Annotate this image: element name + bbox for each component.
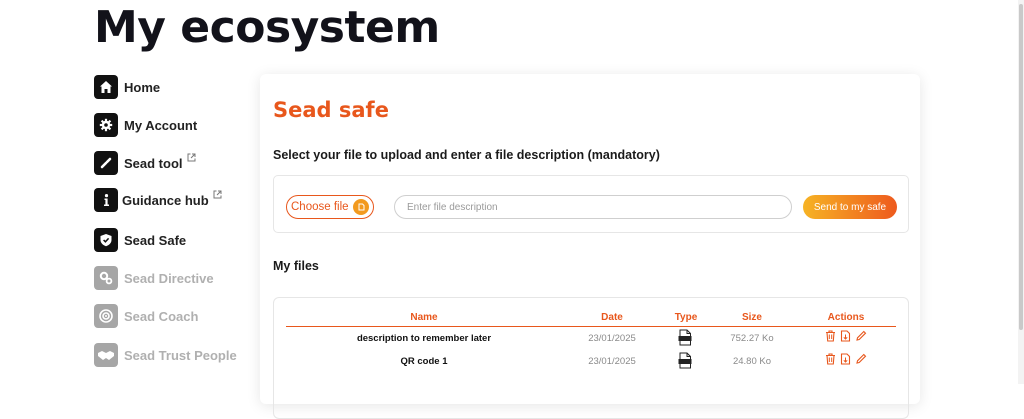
column-header-actions: Actions	[827, 312, 865, 323]
send-to-safe-button[interactable]: Send to my safe	[803, 195, 897, 219]
page-title: My ecosystem	[94, 2, 440, 53]
files-heading: My files	[273, 259, 319, 273]
sidebar-item-guidance-hub[interactable]: Guidance hub	[94, 187, 222, 213]
file-date: 23/01/2025	[588, 356, 636, 367]
sidebar-item-sead-tool[interactable]: Sead tool	[94, 150, 196, 176]
sidebar-item-label: Sead Trust People	[124, 347, 237, 363]
delete-icon[interactable]	[825, 330, 836, 342]
column-header-date[interactable]: Date	[592, 312, 632, 323]
sidebar-item-sead-safe[interactable]: Sead Safe	[94, 227, 186, 253]
tool-icon	[94, 151, 118, 175]
file-name: description to remember later	[356, 333, 492, 344]
info-icon	[94, 188, 118, 212]
scrollbar[interactable]	[1018, 0, 1024, 384]
target-icon	[94, 304, 118, 328]
sidebar-item-label: Sead Directive	[124, 270, 214, 286]
choose-file-label: Choose file	[291, 201, 349, 213]
sidebar-item-label: My Account	[124, 117, 198, 133]
card-title: Sead safe	[273, 98, 389, 122]
sidebar-item-label: Sead Safe	[124, 232, 187, 248]
external-link-icon	[187, 149, 196, 167]
file-description-input[interactable]	[394, 195, 792, 219]
column-header-type[interactable]: Type	[666, 312, 706, 323]
download-icon[interactable]	[840, 330, 851, 342]
row-actions	[825, 330, 867, 342]
upload-icon	[352, 199, 369, 215]
file-date: 23/01/2025	[588, 333, 636, 344]
scrollbar-thumb[interactable]	[1019, 4, 1023, 330]
sidebar-item-sead-trust-people[interactable]: Sead Trust People	[94, 342, 237, 368]
sidebar-item-my-account[interactable]: My Account	[94, 112, 197, 138]
handshake-icon	[94, 343, 118, 367]
external-link-icon	[213, 186, 222, 204]
file-size: 24.80 Ko	[732, 356, 772, 367]
table-row: description to remember later 23/01/2025…	[286, 329, 896, 349]
shield-icon	[94, 228, 118, 252]
gear-icon	[94, 113, 118, 137]
sidebar-item-sead-coach[interactable]: Sead Coach	[94, 303, 198, 329]
upload-panel: Choose file Send to my safe	[273, 175, 909, 233]
sidebar-item-label: Guidance hub	[122, 192, 209, 208]
row-actions	[825, 353, 867, 365]
sidebar-item-sead-directive[interactable]: Sead Directive	[94, 265, 214, 291]
sidebar-item-label: Sead Coach	[124, 308, 199, 324]
column-header-name[interactable]: Name	[404, 312, 444, 323]
gears-icon	[94, 266, 118, 290]
sidebar-item-label: Home	[124, 79, 161, 95]
sidebar-item-home[interactable]: Home	[94, 74, 160, 100]
delete-icon[interactable]	[825, 353, 836, 365]
edit-icon[interactable]	[855, 353, 867, 365]
files-table: Name Date Type Size Actions description …	[273, 297, 909, 419]
table-row: QR code 1 23/01/2025 24.80 Ko	[286, 352, 896, 372]
pdf-file-icon[interactable]	[678, 329, 692, 351]
pdf-file-icon[interactable]	[678, 352, 692, 374]
edit-icon[interactable]	[855, 330, 867, 342]
choose-file-button[interactable]: Choose file	[286, 195, 374, 219]
sead-safe-card: Sead safe Select your file to upload and…	[260, 74, 920, 419]
sidebar-item-label: Sead tool	[124, 155, 183, 171]
column-header-size[interactable]: Size	[732, 312, 772, 323]
home-icon	[94, 75, 118, 99]
file-name: QR code 1	[400, 356, 448, 367]
download-icon[interactable]	[840, 353, 851, 365]
table-header: Name Date Type Size Actions	[286, 312, 896, 327]
upload-heading: Select your file to upload and enter a f…	[273, 148, 660, 162]
file-size: 752.27 Ko	[730, 333, 774, 344]
